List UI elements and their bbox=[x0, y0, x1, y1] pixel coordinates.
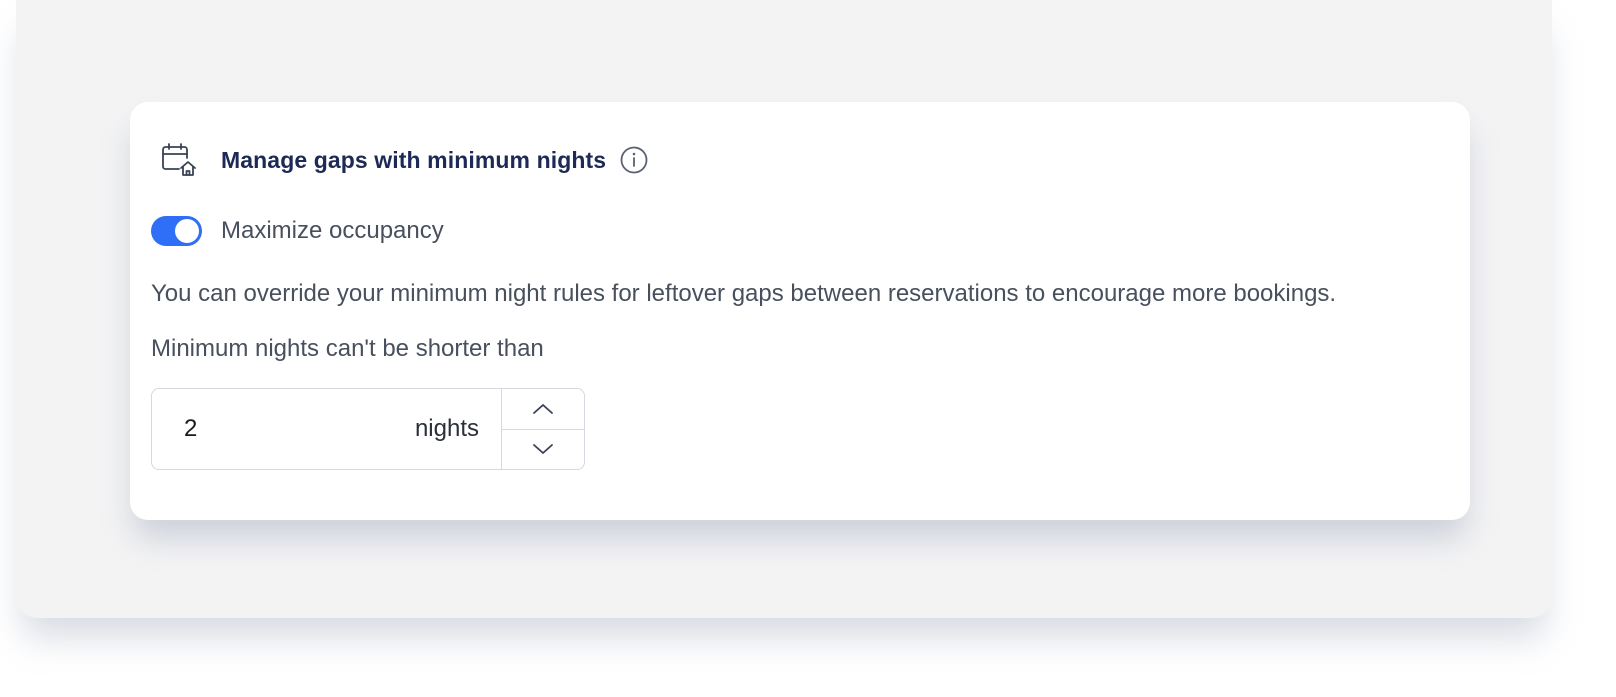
card-header: Manage gaps with minimum nights bbox=[160, 140, 649, 180]
info-icon[interactable] bbox=[619, 145, 649, 175]
toggle-label: Maximize occupancy bbox=[221, 217, 444, 244]
calendar-house-icon bbox=[162, 143, 196, 176]
minimum-nights-input[interactable]: 2 nights bbox=[152, 389, 502, 469]
minimum-nights-value: 2 bbox=[184, 415, 198, 442]
minimum-nights-stepper: 2 nights bbox=[151, 388, 585, 470]
maximize-occupancy-row: Maximize occupancy bbox=[151, 214, 444, 248]
chevron-up-icon bbox=[533, 403, 553, 414]
gap-settings-card: Manage gaps with minimum nights Maximize… bbox=[130, 102, 1470, 520]
decrement-button[interactable] bbox=[502, 430, 584, 470]
section-title: Manage gaps with minimum nights bbox=[221, 146, 607, 173]
minimum-nights-unit: nights bbox=[414, 415, 479, 442]
maximize-occupancy-toggle[interactable] bbox=[151, 216, 202, 246]
chevron-down-icon bbox=[533, 444, 553, 455]
description-text: You can override your minimum night rule… bbox=[151, 280, 1337, 307]
settings-panel: Manage gaps with minimum nights Maximize… bbox=[16, 0, 1552, 618]
minimum-nights-label: Minimum nights can't be shorter than bbox=[151, 335, 544, 362]
stepper-buttons bbox=[502, 389, 584, 469]
toggle-knob bbox=[175, 219, 199, 243]
increment-button[interactable] bbox=[502, 389, 584, 430]
